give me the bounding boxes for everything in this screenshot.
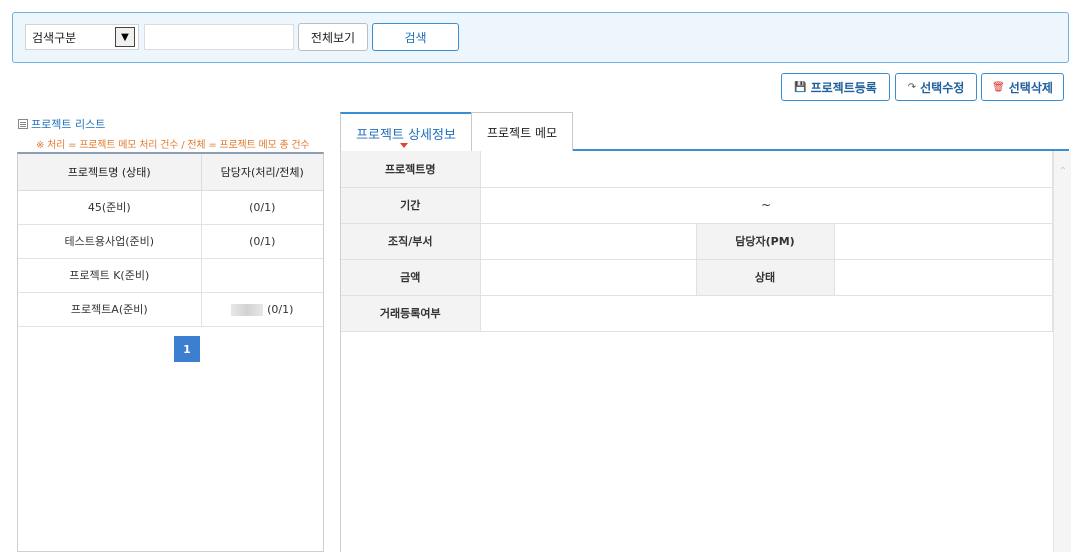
org-value — [480, 223, 697, 260]
project-detail-table: 프로젝트명 기간 ~ 조직/부서 담당자(PM) 금액 상태 거래등록여부 — [341, 151, 1053, 332]
delete-selected-label: 선택삭제 — [1008, 80, 1053, 95]
project-name-cell[interactable]: 테스트용사업(준비) — [18, 224, 202, 259]
register-project-label: 프로젝트등록 — [810, 80, 877, 95]
chevron-down-icon[interactable]: ▼ — [115, 27, 135, 47]
detail-tab-bar: 프로젝트 상세정보 프로젝트 메모 — [340, 112, 1069, 152]
table-row[interactable]: 프로젝트A(준비) (0/1) — [18, 292, 323, 327]
project-detail-panel: 프로젝트명 기간 ~ 조직/부서 담당자(PM) 금액 상태 거래등록여부 ⌃ — [340, 151, 1071, 552]
project-list-panel: 프로젝트명 (상태) 담당자(처리/전체) 45(준비) (0/1) 테스트용사… — [17, 152, 324, 552]
tab-project-detail-label: 프로젝트 상세정보 — [356, 127, 456, 143]
manager-cell — [201, 258, 323, 293]
active-tab-caret-icon — [400, 143, 408, 148]
table-header-row: 프로젝트명 (상태) 담당자(처리/전체) — [18, 154, 323, 191]
project-list-title: 프로젝트 리스트 — [18, 116, 105, 132]
detail-row-trade: 거래등록여부 — [341, 295, 1053, 332]
detail-row-project-name: 프로젝트명 — [341, 151, 1053, 188]
register-project-button[interactable]: 💾 프로젝트등록 — [781, 73, 890, 101]
manager-pm-value — [834, 223, 1053, 260]
project-list-table: 프로젝트명 (상태) 담당자(처리/전체) 45(준비) (0/1) 테스트용사… — [18, 154, 323, 327]
manager-cell: (0/1) — [201, 292, 323, 327]
table-row[interactable]: 프로젝트 K(준비) — [18, 258, 323, 293]
save-icon: 💾 — [794, 81, 807, 93]
project-name-cell[interactable]: 45(준비) — [18, 190, 202, 225]
table-row[interactable]: 45(준비) (0/1) — [18, 190, 323, 225]
search-type-value: 검색구분 — [32, 30, 77, 45]
trade-registration-label: 거래등록여부 — [341, 295, 481, 332]
table-row[interactable]: 테스트용사업(준비) (0/1) — [18, 224, 323, 259]
search-button[interactable]: 검색 — [372, 23, 459, 51]
amount-label: 금액 — [341, 259, 481, 296]
period-value: ~ — [480, 187, 1053, 224]
tab-project-memo[interactable]: 프로젝트 메모 — [471, 112, 573, 151]
search-input[interactable] — [144, 24, 294, 50]
scroll-up-icon[interactable]: ⌃ — [1058, 166, 1068, 177]
edit-selected-button[interactable]: ↷ 선택수정 — [895, 73, 977, 101]
detail-row-amount: 금액 상태 — [341, 259, 1053, 296]
manager-cell: (0/1) — [201, 224, 323, 259]
trade-registration-value — [480, 295, 1053, 332]
edit-arrow-icon: ↷ — [907, 81, 917, 93]
search-type-select[interactable]: 검색구분 ▼ — [25, 24, 139, 50]
period-label: 기간 — [341, 187, 481, 224]
detail-row-period: 기간 ~ — [341, 187, 1053, 224]
tab-project-detail[interactable]: 프로젝트 상세정보 — [340, 112, 472, 152]
project-list-note: ※ 처리 = 프로젝트 메모 처리 건수 / 전체 = 프로젝트 메모 총 건수 — [36, 140, 310, 151]
trash-icon: 🗑 — [992, 81, 1005, 93]
manager-pm-label: 담당자(PM) — [696, 223, 835, 260]
project-name-cell[interactable]: 프로젝트A(준비) — [18, 292, 202, 327]
detail-scrollbar[interactable]: ⌃ — [1053, 151, 1071, 552]
project-name-label: 프로젝트명 — [341, 151, 481, 188]
project-list-title-text: 프로젝트 리스트 — [31, 118, 106, 131]
delete-selected-button[interactable]: 🗑 선택삭제 — [981, 73, 1064, 101]
search-bar: 검색구분 ▼ 전체보기 검색 — [12, 12, 1069, 63]
column-header-project-name: 프로젝트명 (상태) — [18, 154, 202, 191]
tab-project-memo-label: 프로젝트 메모 — [486, 125, 558, 140]
pagination-page-1[interactable]: 1 — [174, 336, 200, 362]
detail-row-org: 조직/부서 담당자(PM) — [341, 223, 1053, 260]
edit-selected-label: 선택수정 — [920, 80, 965, 95]
show-all-button[interactable]: 전체보기 — [298, 23, 368, 51]
project-name-value — [480, 151, 1053, 188]
manager-cell: (0/1) — [201, 190, 323, 225]
status-value — [834, 259, 1053, 296]
list-icon — [18, 119, 28, 129]
org-label: 조직/부서 — [341, 223, 481, 260]
redacted-name — [231, 303, 264, 316]
status-label: 상태 — [696, 259, 835, 296]
amount-value — [480, 259, 697, 296]
manager-count: (0/1) — [267, 302, 294, 316]
project-name-cell[interactable]: 프로젝트 K(준비) — [18, 258, 202, 293]
column-header-manager: 담당자(처리/전체) — [201, 154, 323, 191]
